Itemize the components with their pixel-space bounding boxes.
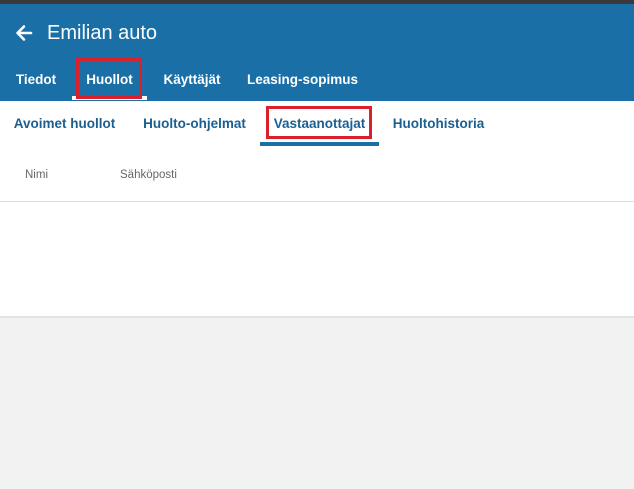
table-header: Nimi Sähköposti — [0, 147, 634, 202]
tab-kayttajat[interactable]: Käyttäjät — [158, 61, 226, 99]
app-header: Emilian auto Tiedot Huollot Käyttäjät Le… — [0, 4, 634, 101]
tab-vastaanottajat[interactable]: Vastaanottajat — [260, 101, 379, 147]
column-header-sahkoposti[interactable]: Sähköposti — [120, 147, 177, 202]
recipients-table: Nimi Sähköposti — [0, 147, 634, 318]
tab-huollot[interactable]: Huollot — [72, 61, 147, 100]
sub-navigation: Avoimet huollot Huolto-ohjelmat Vastaano… — [0, 101, 634, 147]
tab-leasing-sopimus[interactable]: Leasing-sopimus — [244, 61, 361, 99]
tab-tiedot[interactable]: Tiedot — [11, 61, 61, 99]
back-button[interactable] — [11, 20, 37, 46]
tab-huolto-ohjelmat[interactable]: Huolto-ohjelmat — [136, 101, 253, 147]
tab-avoimet-huollot[interactable]: Avoimet huollot — [8, 101, 121, 147]
column-header-nimi[interactable]: Nimi — [25, 147, 48, 202]
tab-huoltohistoria[interactable]: Huoltohistoria — [388, 101, 489, 147]
arrow-left-icon — [14, 23, 34, 43]
page-title: Emilian auto — [47, 22, 158, 44]
